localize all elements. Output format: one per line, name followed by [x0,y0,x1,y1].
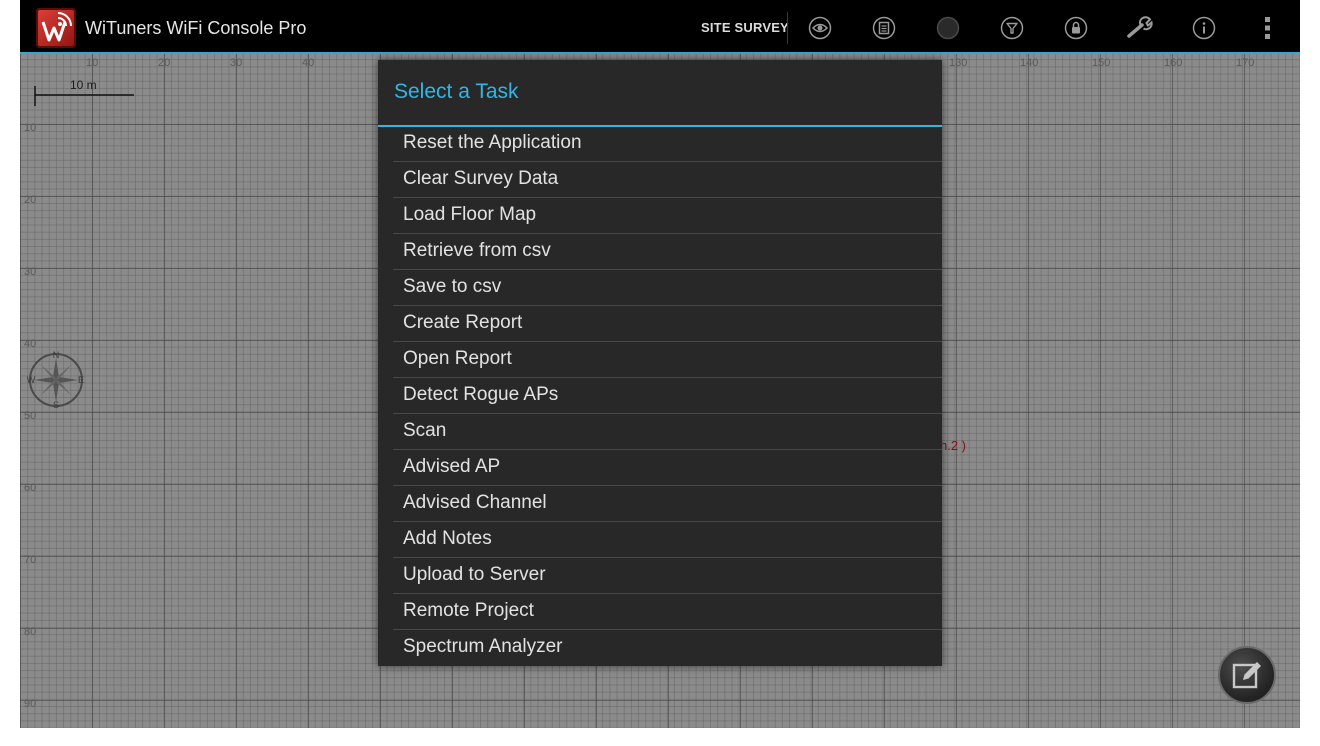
task-item[interactable]: Load Floor Map [393,198,942,234]
toolbar-divider [787,12,788,44]
edit-button[interactable] [1218,646,1276,704]
y-axis-label: 90 [24,698,37,710]
y-axis-label: 60 [24,482,37,494]
y-axis-label: 80 [24,626,37,638]
compass-e: E [78,375,84,385]
x-axis-label: 150 [1092,57,1111,69]
task-item[interactable]: Retrieve from csv [393,234,942,270]
y-axis-label: 20 [24,194,37,206]
info-icon[interactable] [1192,16,1216,40]
y-axis-label: 70 [24,554,37,566]
task-item[interactable]: Remote Project [393,594,942,630]
x-axis-label: 170 [1236,57,1255,69]
x-axis-label: 10 [86,57,99,69]
task-list: Reset the Application Clear Survey Data Lo… [393,126,942,665]
task-item[interactable]: Upload to Server [393,558,942,594]
action-bar: WiTuners WiFi Console Pro SITE SURVEY [20,0,1300,54]
scale-bar [34,86,134,106]
task-item[interactable]: Advised Channel [393,486,942,522]
task-item[interactable]: Reset the Application [393,126,942,162]
x-axis-label: 160 [1164,57,1183,69]
y-axis-label: 50 [24,410,37,422]
dialog-title: Select a Task [394,80,519,103]
task-item[interactable]: Scan [393,414,942,450]
x-axis-label: 20 [158,57,171,69]
app-logo-icon[interactable] [36,8,76,48]
filter-icon[interactable] [1000,16,1024,40]
site-survey-button[interactable]: SITE SURVEY [701,20,789,35]
list-icon[interactable] [872,16,896,40]
compass-n: N [53,350,60,360]
x-axis-label: 40 [302,57,315,69]
task-item[interactable]: Create Report [393,306,942,342]
app-title: WiTuners WiFi Console Pro [85,18,307,38]
wrench-icon[interactable] [1126,16,1154,40]
overflow-menu-icon[interactable] [1258,16,1278,40]
compass-w: W [27,375,36,385]
task-item[interactable]: Advised AP [393,450,942,486]
task-item[interactable]: Add Notes [393,522,942,558]
task-item[interactable]: Detect Rogue APs [393,378,942,414]
compass-icon: N S E W [27,350,84,410]
x-axis-label: 30 [230,57,243,69]
x-axis-label: 140 [1020,57,1039,69]
circle-icon[interactable] [936,16,960,40]
y-axis-label: 40 [24,338,37,350]
app-window: 10 20 30 40 130 140 150 160 170 10 20 30… [20,0,1300,728]
map-annotation: h.2 ) [940,438,967,453]
task-item[interactable]: Save to csv [393,270,942,306]
task-item[interactable]: Spectrum Analyzer [393,630,942,665]
y-axis-label: 30 [24,266,37,278]
task-item[interactable]: Clear Survey Data [393,162,942,198]
lock-icon[interactable] [1064,16,1088,40]
select-task-dialog: Select a Task Reset the Application Clear… [378,60,942,666]
y-axis-label: 10 [24,122,37,134]
task-item[interactable]: Open Report [393,342,942,378]
edit-icon [1232,662,1261,689]
compass-s: S [53,400,59,410]
eye-icon[interactable] [808,16,832,40]
x-axis-label: 130 [949,57,968,69]
